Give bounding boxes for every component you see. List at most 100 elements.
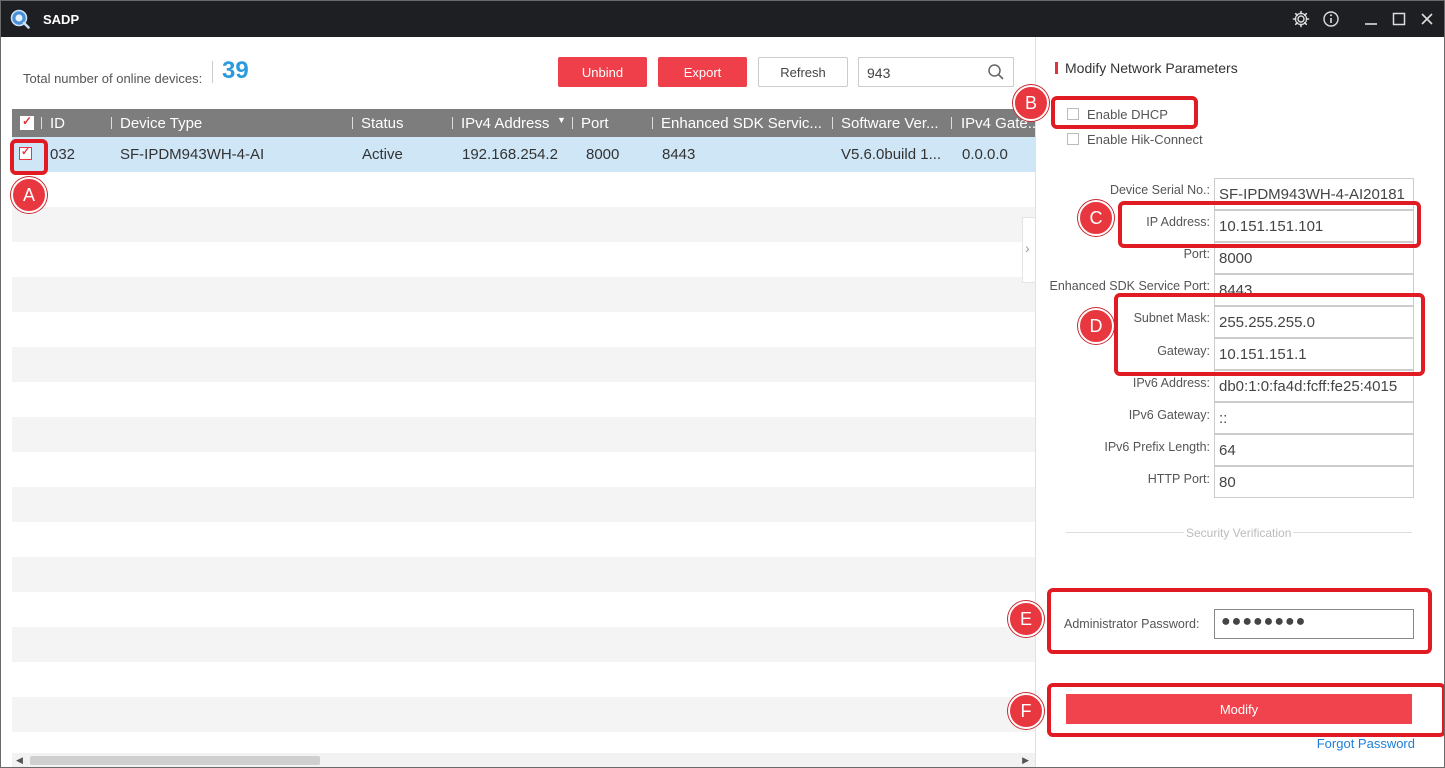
ipv6-address-field: db0:1:0:fa4d:fcff:fe25:4015 bbox=[1214, 370, 1414, 402]
settings-gear-icon[interactable] bbox=[1292, 10, 1310, 28]
total-devices-count: 39 bbox=[222, 57, 249, 84]
column-separator bbox=[832, 117, 833, 129]
cell-device-type: SF-IPDM943WH-4-AI bbox=[120, 146, 265, 163]
select-all-checkbox[interactable]: ✓ bbox=[20, 114, 34, 130]
scrollbar-thumb[interactable] bbox=[30, 756, 320, 765]
annotation-badge-a: A bbox=[11, 177, 47, 213]
empty-row bbox=[12, 207, 1035, 242]
column-separator bbox=[352, 117, 353, 129]
device-list-panel: Total number of online devices: 39 Unbin… bbox=[1, 37, 1040, 767]
cell-ipv4: 192.168.254.2 bbox=[462, 146, 558, 163]
horizontal-scrollbar[interactable]: ◀ ▶ bbox=[12, 753, 1035, 767]
scroll-left-icon[interactable]: ◀ bbox=[16, 755, 23, 766]
column-header-status[interactable]: Status bbox=[361, 115, 404, 132]
search-input[interactable]: 943 bbox=[858, 57, 1014, 87]
ipv6-gateway-label: IPv6 Gateway: bbox=[1128, 408, 1210, 422]
sdk-port-input[interactable]: 8443 bbox=[1214, 274, 1414, 306]
column-header-device-type[interactable]: Device Type bbox=[120, 115, 202, 132]
row-checkbox[interactable]: ✓ bbox=[19, 146, 32, 160]
title-accent-bar bbox=[1055, 62, 1058, 74]
enable-dhcp-label: Enable DHCP bbox=[1087, 107, 1168, 122]
unbind-button[interactable]: Unbind bbox=[558, 57, 647, 87]
annotation-badge-e: E bbox=[1008, 601, 1044, 637]
maximize-icon[interactable] bbox=[1390, 10, 1408, 28]
port-input[interactable]: 8000 bbox=[1214, 242, 1414, 274]
app-window: SADP Total number of online devices: 39 … bbox=[0, 0, 1445, 768]
column-header-sdk-port[interactable]: Enhanced SDK Servic... bbox=[661, 115, 822, 132]
serial-field: SF-IPDM943WH-4-AI20181 bbox=[1214, 178, 1414, 210]
empty-row bbox=[12, 557, 1035, 592]
modify-button[interactable]: Modify bbox=[1066, 694, 1412, 724]
sort-down-icon[interactable]: ▼ bbox=[557, 115, 566, 125]
divider bbox=[212, 61, 213, 83]
column-separator bbox=[652, 117, 653, 129]
port-value: 8000 bbox=[1219, 250, 1253, 267]
http-port-label: HTTP Port: bbox=[1147, 472, 1210, 486]
sdk-port-value: 8443 bbox=[1219, 282, 1253, 299]
subnet-mask-value: 255.255.255.0 bbox=[1219, 314, 1315, 331]
ipv6-prefix-label: IPv6 Prefix Length: bbox=[1104, 440, 1210, 454]
empty-row bbox=[12, 697, 1035, 732]
empty-row bbox=[12, 417, 1035, 452]
column-separator bbox=[41, 117, 42, 129]
empty-row bbox=[12, 627, 1035, 662]
annotation-badge-b: B bbox=[1013, 85, 1049, 121]
gateway-value: 10.151.151.1 bbox=[1219, 346, 1307, 363]
annotation-badge-c: C bbox=[1078, 200, 1114, 236]
cell-software-version: V5.6.0build 1... bbox=[841, 146, 942, 163]
app-title: SADP bbox=[43, 12, 80, 27]
port-label: Port: bbox=[1183, 247, 1210, 261]
table-header: ✓ ID Device Type Status IPv4 Address ▼ P… bbox=[12, 109, 1040, 137]
admin-password-input[interactable]: ●●●●●●●● bbox=[1214, 609, 1414, 639]
column-separator bbox=[111, 117, 112, 129]
empty-row bbox=[12, 487, 1035, 522]
cell-port: 8000 bbox=[586, 146, 620, 163]
ip-address-value: 10.151.151.101 bbox=[1219, 218, 1324, 235]
cell-status: Active bbox=[362, 146, 403, 163]
column-header-software-version[interactable]: Software Ver... bbox=[841, 115, 939, 132]
table-row[interactable]: ✓ 032 SF-IPDM943WH-4-AI Active 192.168.2… bbox=[12, 137, 1035, 172]
total-devices-label: Total number of online devices: bbox=[23, 71, 203, 86]
gateway-input[interactable]: 10.151.151.1 bbox=[1214, 338, 1414, 370]
serial-label: Device Serial No.: bbox=[1109, 183, 1210, 197]
column-separator bbox=[452, 117, 453, 129]
ipv6-prefix-value: 64 bbox=[1219, 442, 1236, 459]
sadp-logo-icon bbox=[10, 9, 30, 29]
title-bar: SADP bbox=[1, 1, 1444, 37]
admin-password-value: ●●●●●●●● bbox=[1221, 613, 1307, 630]
refresh-button[interactable]: Refresh bbox=[758, 57, 848, 87]
cell-id: 032 bbox=[50, 146, 76, 163]
scroll-right-icon[interactable]: ▶ bbox=[1022, 755, 1029, 766]
subnet-mask-input[interactable]: 255.255.255.0 bbox=[1214, 306, 1414, 338]
info-icon[interactable] bbox=[1322, 10, 1340, 28]
checkbox-box[interactable] bbox=[1067, 108, 1079, 120]
ipv6-address-value: db0:1:0:fa4d:fcff:fe25:4015 bbox=[1219, 378, 1398, 395]
forgot-password-link[interactable]: Forgot Password bbox=[1317, 736, 1415, 751]
search-icon[interactable] bbox=[987, 63, 1005, 81]
column-header-id[interactable]: ID bbox=[50, 115, 65, 132]
close-icon[interactable] bbox=[1418, 10, 1436, 28]
panel-title: Modify Network Parameters bbox=[1065, 60, 1238, 76]
modify-network-panel: Modify Network Parameters Enable DHCP En… bbox=[1035, 37, 1444, 767]
export-button[interactable]: Export bbox=[658, 57, 747, 87]
ipv6-gateway-field: :: bbox=[1214, 402, 1414, 434]
column-header-ipv4-address[interactable]: IPv4 Address bbox=[461, 115, 549, 132]
http-port-input[interactable]: 80 bbox=[1214, 466, 1414, 498]
gateway-label: Gateway: bbox=[1157, 344, 1210, 358]
annotation-badge-f: F bbox=[1008, 693, 1044, 729]
ipv6-address-label: IPv6 Address: bbox=[1132, 376, 1210, 390]
ip-address-input[interactable]: 10.151.151.101 bbox=[1214, 210, 1414, 242]
minimize-icon[interactable] bbox=[1362, 10, 1380, 28]
http-port-value: 80 bbox=[1219, 474, 1236, 491]
sdk-port-label: Enhanced SDK Service Port: bbox=[1049, 279, 1211, 293]
security-verification-label: Security Verification bbox=[1184, 526, 1294, 540]
search-value: 943 bbox=[867, 65, 891, 81]
column-header-port[interactable]: Port bbox=[581, 115, 609, 132]
empty-row bbox=[12, 347, 1035, 382]
column-separator bbox=[951, 117, 952, 129]
empty-row bbox=[12, 277, 1035, 312]
checkbox-box[interactable] bbox=[1067, 133, 1079, 145]
ipv6-prefix-field: 64 bbox=[1214, 434, 1414, 466]
enable-hik-connect-label: Enable Hik-Connect bbox=[1087, 132, 1203, 147]
chevron-right-icon: › bbox=[1025, 240, 1030, 256]
